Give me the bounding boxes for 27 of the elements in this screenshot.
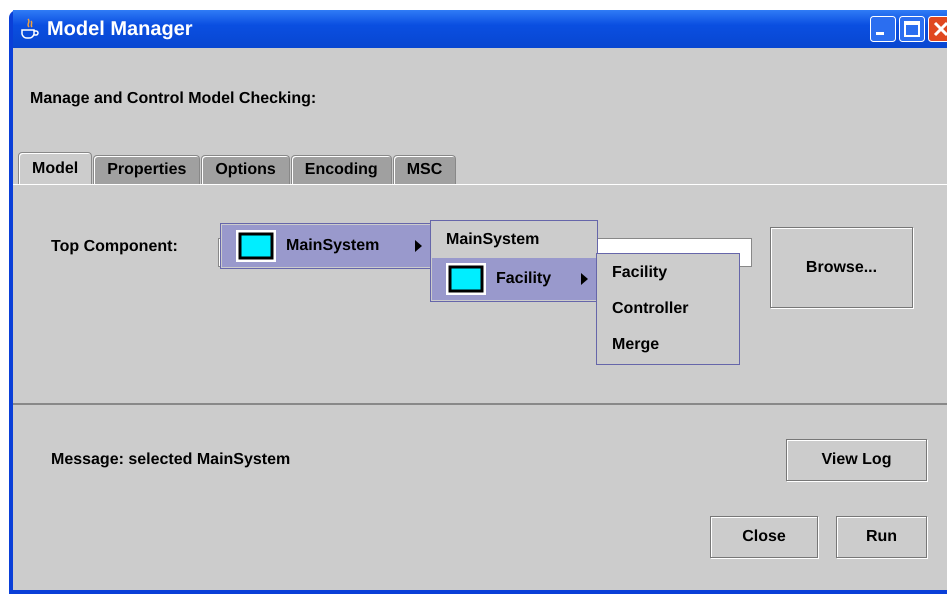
submenu-arrow-icon (581, 273, 588, 285)
maximize-icon[interactable] (899, 16, 925, 42)
window-title: Model Manager (47, 18, 193, 40)
minimize-icon[interactable] (870, 16, 896, 42)
menu-item[interactable]: Merge (598, 327, 738, 363)
view-log-button[interactable]: View Log (786, 439, 927, 481)
message-text: Message: selected MainSystem (51, 451, 290, 469)
tab[interactable]: Model (18, 152, 92, 184)
menu-item[interactable]: Facility (598, 255, 738, 291)
submenu-arrow-icon (415, 240, 422, 252)
tab[interactable]: Options (201, 155, 290, 184)
tab[interactable]: Encoding (290, 155, 392, 184)
component-icon (236, 230, 276, 262)
browse-button[interactable]: Browse... (770, 227, 913, 308)
menu-item[interactable]: Controller (598, 291, 738, 327)
tab[interactable]: Properties (93, 155, 200, 184)
component-icon (446, 263, 486, 295)
menu-item[interactable]: Facility (432, 258, 596, 300)
cup-icon (19, 18, 39, 40)
close-button[interactable]: Close (710, 516, 818, 558)
heading-text: Manage and Control Model Checking: (30, 90, 316, 107)
field-label: Top Component: (51, 237, 179, 257)
close-icon[interactable] (928, 16, 947, 42)
menu-item[interactable]: MainSystem (222, 225, 430, 267)
run-button[interactable]: Run (836, 516, 927, 558)
menu-item[interactable]: MainSystem (432, 222, 596, 258)
tab[interactable]: MSC (392, 155, 456, 184)
